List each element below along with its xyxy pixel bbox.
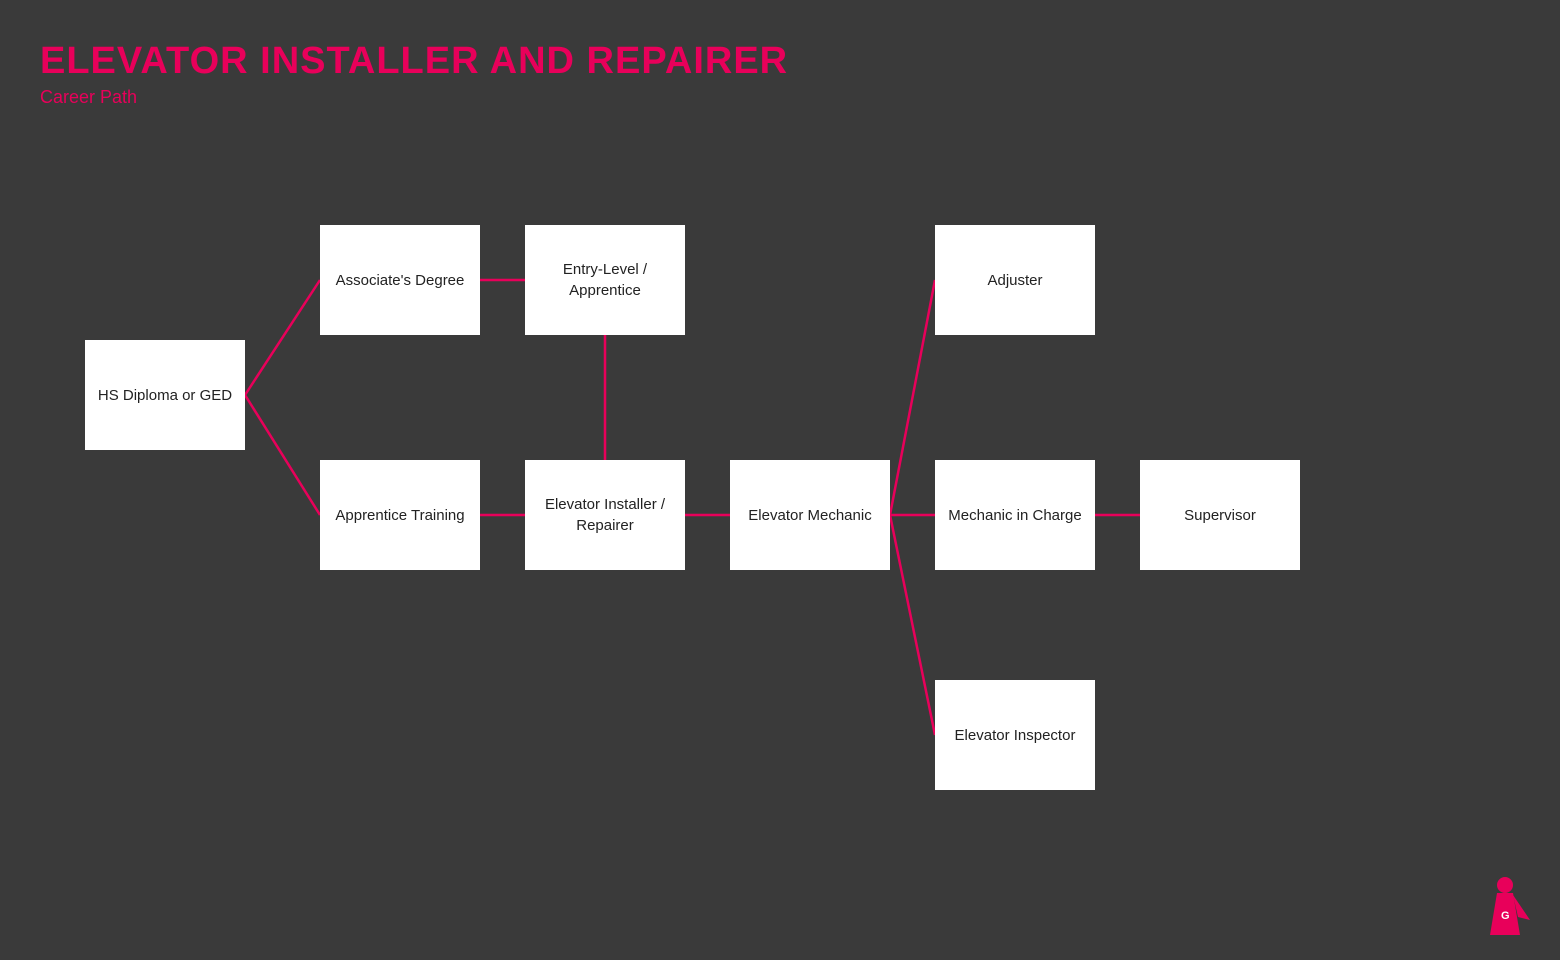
node-elevator-inspector: Elevator Inspector (935, 680, 1095, 790)
node-associates-degree: Associate's Degree (320, 225, 480, 335)
node-entry-level: Entry-Level / Apprentice (525, 225, 685, 335)
node-elevator-installer: Elevator Installer / Repairer (525, 460, 685, 570)
node-adjuster: Adjuster (935, 225, 1095, 335)
career-diagram: HS Diploma or GED Associate's Degree App… (0, 0, 1560, 960)
logo-icon: G (1480, 875, 1530, 940)
node-supervisor: Supervisor (1140, 460, 1300, 570)
node-mechanic-in-charge: Mechanic in Charge (935, 460, 1095, 570)
logo: G (1480, 875, 1530, 940)
node-elevator-mechanic: Elevator Mechanic (730, 460, 890, 570)
node-apprentice-training: Apprentice Training (320, 460, 480, 570)
svg-text:G: G (1501, 910, 1510, 922)
node-hs-diploma: HS Diploma or GED (85, 340, 245, 450)
